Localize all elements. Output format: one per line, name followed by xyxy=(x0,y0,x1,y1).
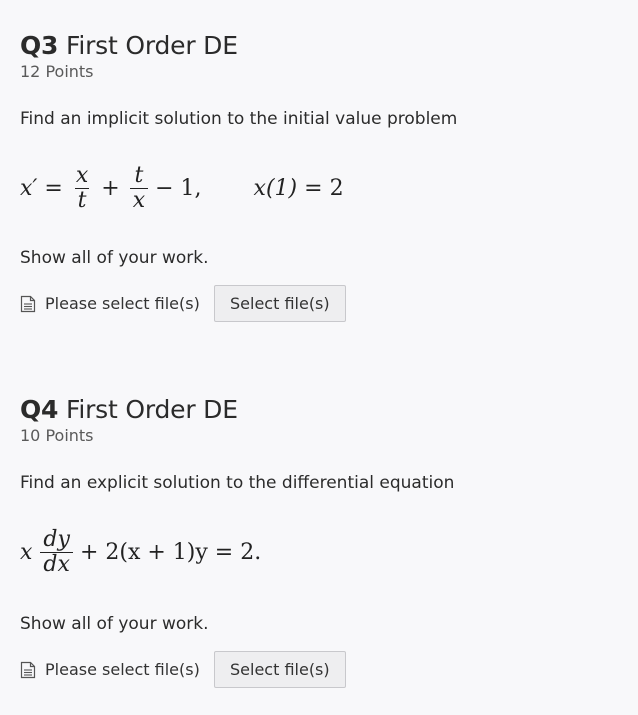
fraction-dy-over-dx: dy dx xyxy=(40,528,73,577)
equation: x′ = x t + t x − 1, x(1) = 2 xyxy=(20,164,344,213)
math-x: x xyxy=(20,540,33,565)
file-upload-row: Please select file(s) Select file(s) xyxy=(20,651,346,688)
show-work-text: Show all of your work. xyxy=(20,614,209,634)
fraction-numerator: dy xyxy=(43,527,70,552)
question-prompt: Find an explicit solution to the differe… xyxy=(20,473,455,493)
fraction-numerator: t xyxy=(134,163,144,188)
fraction-x-over-t: x t xyxy=(73,164,91,213)
question-prompt: Find an implicit solution to the initial… xyxy=(20,109,458,129)
question-title-text: First Order DE xyxy=(66,31,238,60)
document-icon xyxy=(20,661,36,678)
initial-condition-lhs: x(1) xyxy=(253,176,298,201)
upload-label: Please select file(s) xyxy=(45,294,200,313)
math-plus: + xyxy=(101,176,120,201)
fraction-denominator: x xyxy=(129,188,149,213)
question-4: Q4 First Order DE 10 Points Find an expl… xyxy=(20,394,620,688)
math-rest: + 2(x + 1)y = 2. xyxy=(79,540,262,565)
fraction-denominator: dx xyxy=(40,552,73,577)
math-eq: = xyxy=(44,176,63,201)
show-work-text: Show all of your work. xyxy=(20,248,209,268)
equation: x dy dx + 2(x + 1)y = 2. xyxy=(20,528,261,577)
select-files-button[interactable]: Select file(s) xyxy=(213,651,346,688)
question-number: Q3 xyxy=(20,31,59,60)
math-tail: − 1, xyxy=(155,176,202,201)
initial-condition-rhs: 2 xyxy=(329,176,344,201)
question-points: 12 Points xyxy=(20,62,94,81)
math-lhs: x′ xyxy=(20,176,38,201)
question-3: Q3 First Order DE 12 Points Find an impl… xyxy=(20,30,620,322)
question-title: Q4 First Order DE xyxy=(20,394,620,426)
fraction-numerator: x xyxy=(75,163,89,188)
select-files-button[interactable]: Select file(s) xyxy=(213,285,346,322)
document-icon xyxy=(20,295,36,312)
question-points: 10 Points xyxy=(20,426,94,445)
fraction-t-over-x: t x xyxy=(129,163,149,213)
initial-condition-eq: = xyxy=(304,176,323,201)
upload-label: Please select file(s) xyxy=(45,660,200,679)
question-title-text: First Order DE xyxy=(66,395,238,424)
question-title: Q3 First Order DE xyxy=(20,30,620,62)
question-number: Q4 xyxy=(20,395,59,424)
file-upload-row: Please select file(s) Select file(s) xyxy=(20,285,346,322)
fraction-denominator: t xyxy=(74,188,90,213)
